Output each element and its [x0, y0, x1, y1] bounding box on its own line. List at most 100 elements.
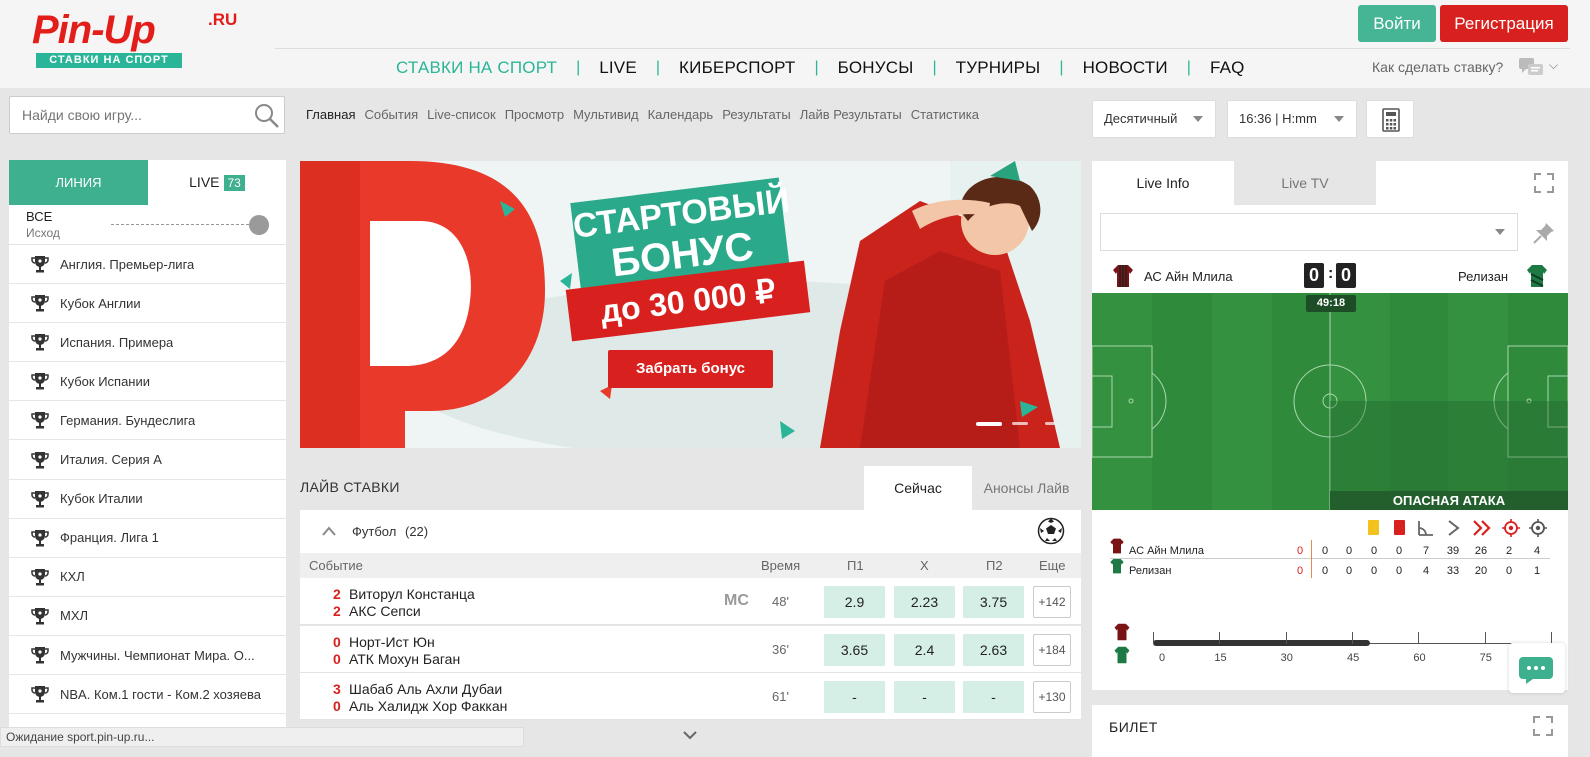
nav-sports-betting[interactable]: СТАВКИ НА СПОРТ	[396, 58, 557, 78]
league-item[interactable]: Кубок Испании	[9, 362, 286, 402]
league-item[interactable]: Мужчины. Чемпионат Мира. О...	[9, 636, 286, 675]
subnav-calendar[interactable]: Календарь	[648, 107, 714, 122]
league-item[interactable]: Кубок Англии	[9, 284, 286, 324]
target-gray-icon	[1529, 519, 1547, 537]
odd-p1[interactable]: 3.65	[824, 633, 885, 666]
nav-faq[interactable]: FAQ	[1210, 58, 1245, 78]
search-icon[interactable]	[254, 103, 280, 129]
corner-icon	[1418, 521, 1433, 536]
chat-bubble-icon	[1519, 657, 1553, 684]
league-item[interactable]: Италия. Серия А	[9, 441, 286, 480]
subnav-events[interactable]: События	[364, 107, 418, 122]
league-item[interactable]: Франция. Лига 1	[9, 519, 286, 558]
more-markets-button[interactable]: +130	[1033, 681, 1071, 713]
match-row[interactable]: 0 Норт-Ист Юн 0 АТК Мохун Баган 36' 3.65 2.4 2.…	[300, 625, 1081, 673]
subnav-view[interactable]: Просмотр	[505, 107, 564, 122]
time-format-value: 16:36 | H:mm	[1239, 111, 1317, 126]
help-chat-icon[interactable]	[1518, 56, 1544, 78]
match-center-badge[interactable]: MC	[724, 592, 749, 610]
more-markets-button[interactable]: +142	[1033, 586, 1071, 618]
match-row[interactable]: 2 Виторул Констанца 2 АКС Сепси MC 48' 2.9 2.23…	[300, 578, 1081, 625]
trophy-icon	[31, 412, 49, 429]
league-item[interactable]: Англия. Премьер-лига	[9, 245, 286, 284]
chevron-right-icon	[1448, 520, 1460, 536]
fullscreen-icon[interactable]	[1532, 715, 1554, 737]
sport-group-header[interactable]: Футбол (22)	[300, 510, 1081, 553]
away-stat-value: 0	[1395, 565, 1403, 577]
subnav-results[interactable]: Результаты	[722, 107, 790, 122]
league-item[interactable]: NBA. Ком.1 гости - Ком.2 хозяева	[9, 675, 286, 715]
home-stat-value: 0	[1395, 545, 1403, 557]
yellow-card-icon	[1368, 520, 1379, 535]
filter-slider-knob[interactable]	[249, 215, 269, 235]
browser-status-bar: Ожидание sport.pin-up.ru...	[0, 727, 524, 747]
odd-p2[interactable]: 3.75	[963, 586, 1024, 618]
time-format-select[interactable]: 16:36 | H:mm	[1227, 100, 1357, 138]
how-to-bet-link[interactable]: Как сделать ставку?	[1372, 59, 1503, 75]
login-button[interactable]: Войти	[1358, 5, 1436, 42]
subnav-home[interactable]: Главная	[306, 107, 355, 122]
caret-down-icon	[1495, 229, 1505, 235]
tab-line[interactable]: ЛИНИЯ	[9, 160, 148, 205]
odds-format-select[interactable]: Десятичный	[1092, 100, 1216, 138]
chevron-up-icon[interactable]	[322, 526, 336, 536]
league-item[interactable]: Германия. Бундеслига	[9, 401, 286, 441]
fullscreen-icon[interactable]	[1533, 172, 1555, 194]
match-row[interactable]: 3 Шабаб Аль Ахли Дубаи 0 Аль Халидж Хор Фак…	[300, 673, 1081, 720]
trophy-icon	[31, 373, 49, 390]
subnav-statistics[interactable]: Статистика	[911, 107, 979, 122]
league-item[interactable]: Испания. Примера	[9, 323, 286, 363]
league-item[interactable]: Кубок Италии	[9, 480, 286, 519]
live-bets-title: ЛАЙВ СТАВКИ	[300, 479, 400, 495]
nav-bonuses[interactable]: БОНУСЫ	[838, 58, 914, 78]
away-team-name: Релизан	[1458, 269, 1509, 284]
nav-news[interactable]: НОВОСТИ	[1083, 58, 1168, 78]
match-select[interactable]	[1100, 213, 1518, 251]
odd-p2[interactable]: -	[963, 681, 1024, 713]
chevron-down-icon[interactable]	[683, 730, 697, 740]
tab-live-tv[interactable]: Live TV	[1234, 161, 1376, 205]
tab-live[interactable]: LIVE 73	[148, 160, 286, 205]
logo-tagline: СТАВКИ НА СПОРТ	[36, 53, 182, 68]
league-item[interactable]: КХЛ	[9, 558, 286, 597]
nav-separator: |	[576, 59, 581, 76]
tab-live-label: LIVE	[189, 174, 220, 190]
away-goals: 0	[1336, 263, 1356, 288]
away-stat-value: 0	[1321, 565, 1329, 577]
register-button[interactable]: Регистрация	[1440, 5, 1568, 42]
odd-p1[interactable]: 2.9	[824, 586, 885, 618]
col-time: Время	[761, 558, 801, 573]
subnav-multiview[interactable]: Мультивид	[573, 107, 639, 122]
odd-x[interactable]: -	[894, 681, 955, 713]
nav-esports[interactable]: КИБЕРСПОРТ	[679, 58, 795, 78]
nav-separator: |	[655, 59, 661, 76]
sport-count: (22)	[405, 524, 429, 539]
chevron-down-icon[interactable]: ⌵	[1549, 58, 1558, 73]
stats-home-team: АС Айн Млила	[1129, 545, 1204, 557]
bet-slip-panel[interactable]: БИЛЕТ	[1092, 705, 1568, 757]
odd-x[interactable]: 2.23	[894, 586, 955, 618]
filter-slider-track[interactable]	[111, 224, 259, 225]
league-name: Англия. Премьер-лига	[60, 256, 195, 272]
tab-live-announcements[interactable]: Анонсы Лайв	[972, 466, 1081, 510]
odd-p1[interactable]: -	[824, 681, 885, 713]
nav-tournaments[interactable]: ТУРНИРЫ	[956, 58, 1041, 78]
nav-live[interactable]: LIVE	[599, 58, 637, 78]
league-item[interactable]: МХЛ	[9, 597, 286, 636]
pin-icon[interactable]	[1532, 221, 1556, 245]
subnav-live-list[interactable]: Live-список	[427, 107, 496, 122]
chat-button[interactable]	[1509, 643, 1565, 693]
odd-p2[interactable]: 2.63	[963, 633, 1024, 666]
league-name: КХЛ	[60, 569, 85, 585]
search-input[interactable]	[10, 97, 240, 133]
tab-now[interactable]: Сейчас	[864, 466, 972, 510]
claim-bonus-button[interactable]: Забрать бонус	[608, 350, 773, 388]
calculator-button[interactable]	[1366, 100, 1414, 138]
tab-live-info[interactable]: Live Info	[1092, 161, 1234, 205]
stats-column-divider	[1311, 540, 1312, 578]
logo[interactable]: Pin-Up .RU СТАВКИ НА СПОРТ	[32, 10, 237, 72]
home-jersey-icon	[1114, 623, 1130, 641]
more-markets-button[interactable]: +184	[1033, 633, 1071, 666]
odd-x[interactable]: 2.4	[894, 633, 955, 666]
subnav-live-results[interactable]: Лайв Результаты	[800, 107, 902, 122]
